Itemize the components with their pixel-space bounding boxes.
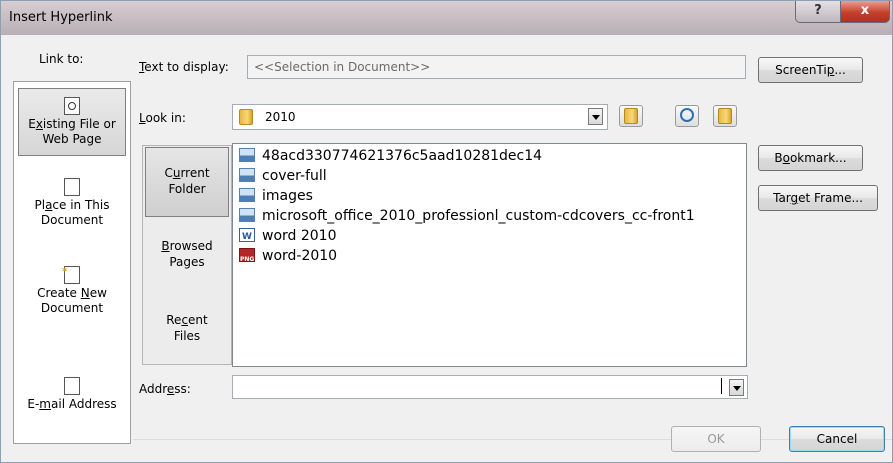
list-item[interactable]: 48acd330774621376c5aad10281dec14	[239, 147, 542, 165]
target-frame-label-b: et Frame...	[798, 191, 863, 205]
current-folder-label-b: rrent	[180, 166, 210, 180]
close-icon: x	[860, 3, 870, 18]
place-in-document-icon	[64, 178, 80, 196]
look-in-label: Look in:	[139, 111, 186, 125]
bookmark-label-b: okmark...	[789, 151, 847, 165]
screentip-label-a: ScreenTi	[775, 63, 827, 77]
target-frame-label-accel: g	[790, 191, 799, 205]
address-label-a: Addr	[139, 382, 167, 396]
browse-file-icon	[718, 108, 732, 124]
create-label-b: ew	[89, 286, 107, 300]
screentip-button[interactable]: ScreenTip...	[758, 57, 863, 83]
help-button[interactable]: ?	[795, 1, 841, 23]
list-item[interactable]: word-2010	[239, 247, 338, 269]
browse-web-icon	[680, 108, 694, 122]
image-file-icon	[239, 168, 255, 182]
look-in-rest: ook in:	[145, 111, 186, 125]
folder-icon	[239, 109, 253, 125]
link-to-email-address[interactable]: E-mail Address	[18, 377, 126, 412]
link-to-heading: Link to:	[39, 52, 84, 66]
browsed-label-line2: Pages	[169, 255, 205, 269]
help-icon: ?	[814, 3, 822, 18]
email-label-accel: m	[39, 397, 51, 411]
browsed-label-b: rowsed	[169, 239, 213, 253]
look-in-nav-panel: Current Folder Browsed Pages Recent File…	[142, 145, 232, 365]
current-folder-label-a: C	[164, 166, 173, 180]
current-folder-label-line2: Folder	[168, 182, 206, 196]
browsed-label-accel: B	[161, 239, 170, 253]
create-label-a: Create	[37, 286, 81, 300]
link-to-existing-file[interactable]: Existing File or Web Page	[18, 88, 126, 156]
address-label-b: ss:	[174, 382, 191, 396]
address-field[interactable]	[232, 375, 748, 399]
new-document-icon: ✶	[61, 266, 80, 284]
existing-file-label-accel: x	[35, 117, 43, 131]
look-in-dropdown[interactable]: 2010	[232, 104, 608, 130]
target-frame-label-a: Tar	[773, 191, 791, 205]
browse-file-button[interactable]	[713, 105, 737, 127]
bookmark-button[interactable]: Bookmark...	[758, 145, 863, 171]
look-in-value: 2010	[265, 110, 296, 124]
file-list[interactable]: 48acd330774621376c5aad10281dec14 cover-f…	[232, 143, 747, 367]
browse-web-button[interactable]	[675, 105, 699, 127]
text-cursor	[721, 378, 722, 394]
existing-file-label-b: isting File or	[42, 117, 116, 131]
image-file-icon	[239, 148, 255, 162]
list-item[interactable]: word 2010	[239, 227, 337, 246]
button-separator	[133, 439, 892, 440]
image-file-icon	[239, 188, 255, 202]
nav-browsed-pages[interactable]: Browsed Pages	[145, 238, 229, 270]
word-document-icon	[239, 228, 255, 246]
file-name: word-2010	[262, 248, 338, 264]
file-name: 48acd330774621376c5aad10281dec14	[262, 148, 543, 164]
file-name: word 2010	[262, 228, 337, 244]
insert-hyperlink-dialog: Insert Hyperlink ? x Link to: Existing F…	[0, 0, 893, 463]
ok-button[interactable]: OK	[671, 426, 761, 452]
place-label-a: Pl	[34, 198, 46, 212]
link-to-panel: Existing File or Web Page Place in This …	[13, 81, 131, 444]
text-to-display-label: Text to display:	[139, 60, 229, 74]
file-name: cover-full	[262, 168, 327, 184]
recent-label-b: ent	[188, 313, 208, 327]
dialog-body: Link to: Existing File or Web Page Place…	[1, 35, 892, 462]
place-label-line2: Document	[40, 213, 104, 227]
recent-label-a: Re	[166, 313, 182, 327]
list-item[interactable]: cover-full	[239, 167, 327, 185]
email-label-a: E-	[27, 397, 40, 411]
link-to-create-new-document[interactable]: ✶ Create New Document	[18, 266, 126, 316]
close-button[interactable]: x	[840, 1, 890, 23]
address-label: Address:	[139, 382, 191, 396]
target-frame-button[interactable]: Target Frame...	[758, 185, 878, 211]
text-to-display-field[interactable]: <<Selection in Document>>	[247, 55, 746, 79]
create-label-line2: Document	[40, 301, 104, 315]
place-label-b: ce in This	[52, 198, 110, 212]
existing-file-icon	[64, 97, 80, 115]
look-in-dropdown-arrow-icon[interactable]	[588, 108, 603, 125]
existing-file-label-line2: Web Page	[42, 132, 102, 146]
file-name: microsoft_office_2010_professionl_custom…	[262, 208, 695, 224]
list-item[interactable]: microsoft_office_2010_professionl_custom…	[239, 207, 695, 225]
cancel-button[interactable]: Cancel	[789, 426, 885, 452]
bookmark-label-a: B	[774, 151, 783, 165]
nav-recent-files[interactable]: Recent Files	[145, 312, 229, 344]
email-icon	[64, 377, 80, 395]
link-to-place-in-document[interactable]: Place in This Document	[18, 178, 126, 228]
up-one-folder-button[interactable]	[619, 105, 643, 127]
existing-file-label-a: E	[28, 117, 36, 131]
nav-current-folder[interactable]: Current Folder	[145, 147, 229, 217]
email-label-b: ail Address	[51, 397, 117, 411]
text-to-display-rest: ext to display:	[144, 60, 229, 74]
file-name: images	[262, 188, 313, 204]
dialog-title: Insert Hyperlink	[9, 10, 113, 25]
title-bar: Insert Hyperlink ? x	[1, 1, 892, 35]
image-file-icon	[239, 208, 255, 222]
recent-label-line2: Files	[173, 329, 201, 343]
list-item[interactable]: images	[239, 187, 313, 205]
png-file-icon	[239, 248, 255, 269]
screentip-label-b: ...	[834, 63, 846, 77]
bookmark-label-accel: o	[782, 151, 790, 165]
create-label-accel: N	[80, 286, 90, 300]
up-folder-icon	[624, 108, 638, 124]
address-dropdown-arrow-icon[interactable]	[729, 379, 744, 396]
